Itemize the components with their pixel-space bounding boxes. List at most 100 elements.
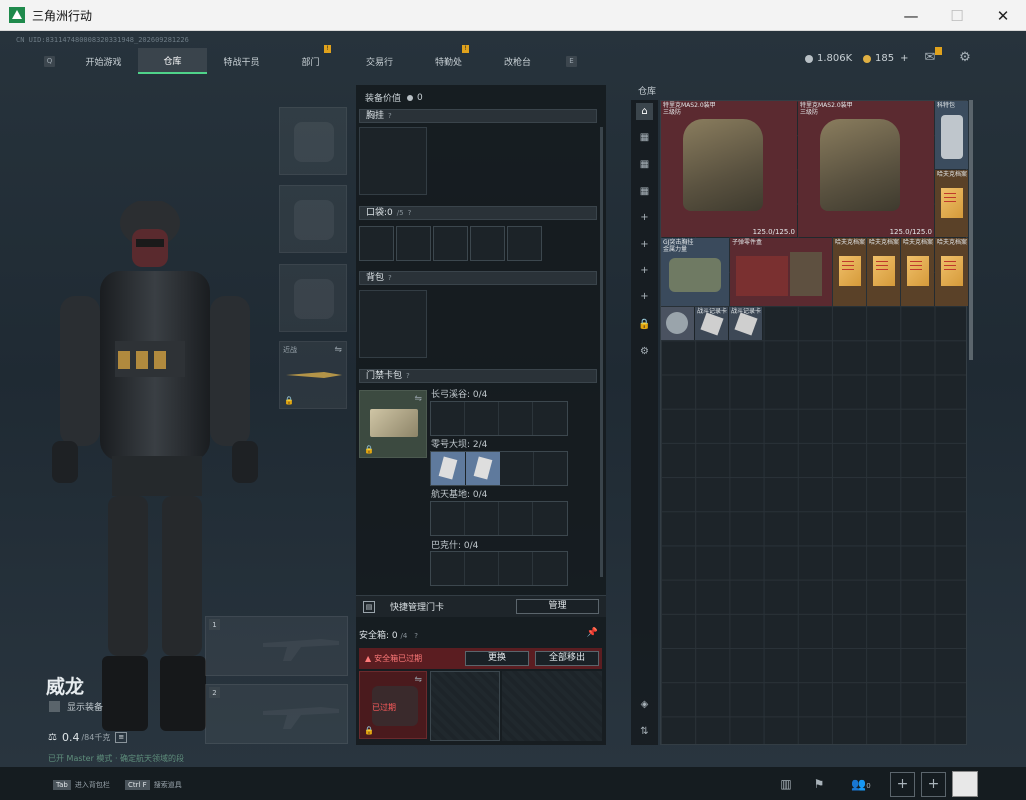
silver-coin-icon	[407, 94, 414, 101]
add-squad-member-button[interactable]: +	[921, 772, 946, 797]
primary-weapon-slot[interactable]: 1	[205, 616, 348, 676]
nav-right-key[interactable]: E	[566, 55, 577, 67]
add-squad-member-button[interactable]: +	[890, 772, 915, 797]
friends-icon[interactable]: 👥0	[846, 774, 876, 794]
search-hint[interactable]: Ctrl F 搜索道具	[125, 780, 182, 790]
settings-gear-icon[interactable]: ⚙	[957, 51, 973, 65]
warehouse-item-file[interactable]: 哈夫克档案	[867, 238, 900, 306]
help-icon[interactable]: ?	[388, 112, 392, 120]
equipment-scrollbar[interactable]	[600, 127, 603, 577]
keycard-grid[interactable]	[430, 451, 568, 486]
warehouse-tab-2[interactable]: ▦	[636, 156, 653, 173]
tab-hint[interactable]: Tab 进入背包栏	[53, 780, 110, 790]
minimize-button[interactable]: —	[888, 0, 934, 31]
help-icon[interactable]: ?	[414, 632, 418, 640]
help-icon[interactable]: ?	[408, 209, 412, 217]
pocket-slot[interactable]	[396, 226, 431, 261]
tab-warehouse[interactable]: 仓库	[138, 48, 207, 74]
tab-trading[interactable]: 交易行	[345, 48, 414, 74]
keycard-item[interactable]	[466, 452, 500, 485]
tab-start-game[interactable]: 开始游戏	[69, 48, 138, 74]
pin-icon[interactable]: 📌	[587, 628, 598, 638]
warehouse-tab-all[interactable]: ⌂	[636, 103, 653, 120]
warehouse-add-tab-icon[interactable]: +	[636, 236, 653, 253]
uid-text: CN UID:8311474800083203319​48_20260928​1…	[16, 36, 189, 44]
helmet-slot[interactable]	[279, 107, 347, 175]
warehouse-item-armor[interactable]: 特里克MAS2.0装甲 三级防 125.0/125.0	[798, 101, 934, 237]
warehouse-tab-3[interactable]: ▦	[636, 183, 653, 200]
warehouse-item-file[interactable]: 哈夫克档案	[901, 238, 934, 306]
close-button[interactable]: ✕	[980, 0, 1026, 31]
warehouse-item-misc[interactable]	[661, 307, 694, 340]
avatar[interactable]	[952, 771, 978, 797]
tab-special-ops[interactable]: 特勤处!	[414, 45, 483, 74]
swap-icon[interactable]: ⇋	[334, 345, 342, 355]
carry-weight: ⚖ 0.4 /84千克 ≡	[48, 731, 128, 744]
swap-icon[interactable]: ⇋	[414, 394, 422, 404]
keycard-grid[interactable]	[430, 551, 568, 586]
weight-list-icon[interactable]: ≡	[115, 732, 128, 743]
sort-icon[interactable]: ⇅	[636, 723, 653, 740]
chest-rig-slot[interactable]	[359, 127, 427, 195]
layers-icon[interactable]: ◈	[636, 696, 653, 713]
flag-icon[interactable]: ⚑	[808, 774, 830, 794]
replace-button[interactable]: 更换	[465, 651, 529, 666]
warehouse-item-ammo-box[interactable]: 子弹零件盒	[730, 238, 832, 306]
keycard-group-label: 长弓溪谷: 0/4	[431, 390, 488, 400]
warehouse-settings-icon[interactable]: ⚙	[636, 343, 653, 360]
move-all-button[interactable]: 全部移出	[535, 651, 599, 666]
pistol-slot[interactable]	[279, 264, 347, 332]
keycard-group-label: 航天基地: 0/4	[431, 490, 488, 500]
armor-placeholder-icon	[294, 200, 334, 240]
melee-slot[interactable]: 近战 ⇋ 🔒	[279, 341, 347, 409]
tab-department[interactable]: 部门!	[276, 45, 345, 74]
warehouse-add-tab-icon[interactable]: +	[636, 288, 653, 305]
gold-coin-icon	[863, 54, 871, 63]
gold-currency[interactable]: 185 +	[863, 53, 908, 64]
keycard-grid[interactable]	[430, 501, 568, 536]
top-navigation: Q 开始游戏 仓库 特战干员 部门! 交易行 特勤处! 改枪台 E	[44, 45, 577, 74]
warehouse-item-record-card[interactable]: 战斗记录卡	[729, 307, 762, 340]
manage-button[interactable]: 管理	[516, 599, 599, 614]
keycard-item[interactable]	[431, 452, 465, 485]
warehouse-item-armor[interactable]: 特里克MAS2.0装甲 三级防 125.0/125.0	[661, 101, 797, 237]
safe-box-slot[interactable]: 已过期 ⇋ 🔒	[359, 671, 427, 739]
warehouse-item-file[interactable]: 哈夫克档案	[935, 238, 968, 306]
warehouse-item-file[interactable]: 哈夫克档案	[833, 238, 866, 306]
help-icon[interactable]: ?	[406, 372, 410, 380]
show-equipment-toggle[interactable]: 显示装备	[49, 700, 103, 713]
show-equipment-checkbox[interactable]	[49, 701, 60, 712]
keycard-grid[interactable]	[430, 401, 568, 436]
pocket-slot[interactable]	[359, 226, 394, 261]
help-icon[interactable]: ?	[388, 274, 392, 282]
warehouse-item-chest-rig[interactable]: GJ突击胸挂 金属力量	[661, 238, 729, 306]
nav-left-key[interactable]: Q	[44, 55, 55, 67]
tab-operators[interactable]: 特战干员	[207, 48, 276, 74]
mail-icon[interactable]: ✉	[922, 47, 942, 65]
warehouse-item-bag[interactable]: 科特包	[935, 101, 968, 169]
safe-box-grid[interactable]	[430, 671, 500, 741]
maximize-button[interactable]: ☐	[934, 0, 980, 31]
backpack-slot[interactable]	[359, 290, 427, 358]
stats-icon[interactable]: ▥	[775, 774, 797, 794]
keycard-bag-slot[interactable]: ⇋ 🔒	[359, 390, 427, 458]
pocket-slot[interactable]	[507, 226, 542, 261]
warehouse-add-tab-icon[interactable]: +	[636, 262, 653, 279]
warehouse-add-tab-icon[interactable]: +	[636, 209, 653, 226]
rifle-placeholder-icon	[263, 707, 339, 729]
lock-icon[interactable]: 🔒	[636, 316, 653, 333]
bottom-bar: Tab 进入背包栏 Ctrl F 搜索道具 ▥ ⚑ 👥0 + +	[0, 767, 1026, 800]
swap-icon[interactable]: ⇋	[414, 675, 422, 685]
pocket-slot[interactable]	[470, 226, 505, 261]
warehouse-tab-1[interactable]: ▦	[636, 129, 653, 146]
warehouse-scrollbar[interactable]	[969, 100, 973, 360]
warehouse-item-file[interactable]: 哈夫克档案	[935, 170, 968, 237]
warehouse-item-record-card[interactable]: 战斗记录卡	[695, 307, 728, 340]
helmet-placeholder-icon	[294, 122, 334, 162]
bag-image	[941, 115, 963, 159]
armor-slot[interactable]	[279, 185, 347, 253]
secondary-weapon-slot[interactable]: 2	[205, 684, 348, 744]
tab-gunsmith[interactable]: 改枪台	[483, 48, 552, 74]
pocket-slot[interactable]	[433, 226, 468, 261]
add-gold-icon[interactable]: +	[900, 53, 908, 64]
